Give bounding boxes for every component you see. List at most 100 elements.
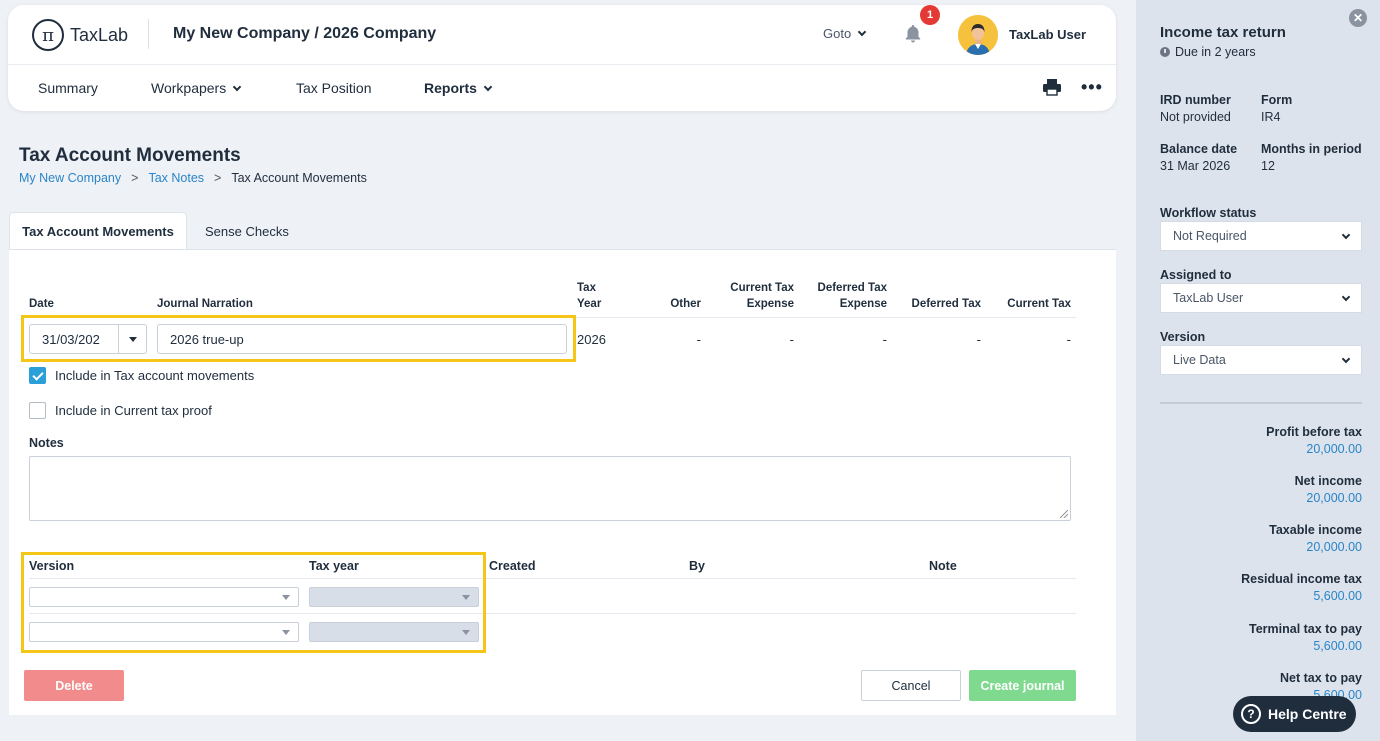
caret-down-icon (282, 629, 290, 635)
page-title: Tax Account Movements (19, 145, 241, 166)
include-tax-account-label: Include in Tax account movements (55, 368, 255, 383)
user-name[interactable]: TaxLab User (1009, 27, 1086, 42)
return-sidebar: ✕ Income tax return Due in 2 years IRD n… (1136, 0, 1380, 741)
cancel-button[interactable]: Cancel (861, 670, 961, 701)
date-dropdown-button[interactable] (119, 325, 146, 353)
nav-tax-position[interactable]: Tax Position (296, 80, 424, 96)
current-tax-expense-value: - (789, 332, 794, 347)
header-divider (148, 19, 149, 49)
version-select[interactable] (29, 587, 299, 607)
metric-value[interactable]: 20,000.00 (1306, 540, 1362, 554)
breadcrumb-tax-notes[interactable]: Tax Notes (148, 171, 204, 185)
chevron-down-icon (1341, 230, 1351, 239)
include-tax-account-checkbox[interactable] (29, 367, 46, 384)
form-label: Form (1261, 93, 1293, 107)
col-current-tax: Current Tax (1007, 298, 1071, 310)
row-divider (29, 317, 1076, 318)
date-value: 31/03/202 (30, 325, 119, 353)
tab-sense-checks[interactable]: Sense Checks (205, 212, 289, 250)
avatar[interactable] (958, 15, 998, 55)
bell-icon[interactable] (904, 24, 922, 44)
print-icon[interactable] (1042, 78, 1062, 96)
resize-handle-icon[interactable] (1060, 510, 1068, 518)
workflow-status-select[interactable]: Not Required (1160, 221, 1362, 251)
ird-number-label: IRD number (1160, 93, 1231, 107)
metric-value[interactable]: 5,600.00 (1313, 639, 1362, 653)
col-journal-narration: Journal Narration (157, 298, 253, 310)
balance-date-label: Balance date (1160, 142, 1238, 156)
chevron-down-icon (232, 82, 242, 91)
months-in-period-label: Months in period (1261, 142, 1362, 156)
journal-narration-input[interactable]: 2026 true-up (157, 324, 567, 354)
notes-label: Notes (29, 436, 64, 450)
company-title: My New Company / 2026 Company (173, 25, 437, 42)
create-journal-button[interactable]: Create journal (969, 670, 1076, 701)
caret-down-icon (128, 336, 137, 342)
more-options-icon[interactable]: ••• (1081, 78, 1103, 96)
user-avatar-icon (958, 15, 998, 55)
col-current-tax-expense: Current Tax Expense (709, 280, 794, 312)
chevron-down-icon (857, 27, 867, 37)
metric-value[interactable]: 5,600.00 (1313, 589, 1362, 603)
col-current-tax-expense-line1: Current Tax (730, 282, 794, 294)
col-by: By (689, 559, 705, 573)
version-select[interactable] (29, 622, 299, 642)
workflow-status-label: Workflow status (1160, 206, 1257, 220)
metric-label: Profit before tax (1266, 425, 1362, 439)
chevron-down-icon (483, 82, 493, 91)
col-version-tax-year: Tax year (309, 559, 359, 573)
version-select[interactable]: Live Data (1160, 345, 1362, 375)
caret-down-icon (282, 594, 290, 600)
close-icon[interactable]: ✕ (1349, 9, 1367, 27)
ird-number-value: Not provided (1160, 110, 1231, 124)
col-version: Version (29, 559, 75, 573)
col-deferred-tax-expense: Deferred Tax Expense (799, 280, 887, 312)
row-divider (29, 578, 1076, 579)
notes-textarea[interactable] (29, 456, 1071, 521)
goto-label: Goto (823, 26, 852, 41)
include-current-tax-label: Include in Current tax proof (55, 403, 212, 418)
sidebar-divider (1160, 402, 1362, 404)
tax-year-value: 2026 (577, 332, 606, 347)
notification-badge: 1 (920, 5, 940, 25)
current-tax-value: - (1066, 332, 1071, 347)
version-label: Version (1160, 330, 1206, 344)
include-tax-account-row[interactable]: Include in Tax account movements (29, 367, 254, 384)
brand-name: TaxLab (70, 24, 129, 45)
breadcrumb-current: Tax Account Movements (231, 171, 367, 185)
help-centre-label: Help Centre (1268, 706, 1347, 722)
other-value: - (696, 332, 701, 347)
metric-value[interactable]: 20,000.00 (1306, 491, 1362, 505)
main-nav: Summary Workpapers Tax Position Reports (38, 80, 493, 96)
breadcrumb-company[interactable]: My New Company (19, 171, 121, 185)
delete-button[interactable]: Delete (24, 670, 124, 701)
assigned-to-select[interactable]: TaxLab User (1160, 283, 1362, 313)
col-date: Date (29, 298, 54, 310)
nav-tax-position-label: Tax Position (296, 80, 372, 96)
metric-label: Terminal tax to pay (1249, 622, 1362, 636)
metric-label: Residual income tax (1241, 572, 1362, 586)
chevron-down-icon (1341, 354, 1351, 363)
caret-down-icon (462, 594, 470, 600)
date-field[interactable]: 31/03/202 (29, 324, 147, 354)
chevron-down-icon (1341, 292, 1351, 301)
taxlab-logo[interactable]: π TaxLab (32, 19, 128, 51)
include-current-tax-row[interactable]: Include in Current tax proof (29, 402, 212, 419)
include-current-tax-checkbox[interactable] (29, 402, 46, 419)
help-centre-button[interactable]: ? Help Centre (1233, 696, 1356, 732)
deferred-tax-expense-value: - (882, 332, 887, 347)
question-icon: ? (1241, 704, 1261, 724)
clock-icon (1160, 47, 1170, 57)
col-deferred-tax-expense-line2: Expense (839, 298, 887, 310)
caret-down-icon (462, 629, 470, 635)
assigned-to-label: Assigned to (1160, 268, 1232, 282)
metric-value[interactable]: 20,000.00 (1306, 442, 1362, 456)
metric-label: Taxable income (1269, 523, 1362, 537)
nav-reports[interactable]: Reports (424, 80, 493, 96)
nav-summary[interactable]: Summary (38, 80, 151, 96)
col-deferred-tax-expense-line1: Deferred Tax (817, 282, 887, 294)
deferred-tax-value: - (976, 332, 981, 347)
nav-workpapers[interactable]: Workpapers (151, 80, 296, 96)
goto-dropdown[interactable]: Goto (823, 26, 867, 41)
tab-tax-account-movements[interactable]: Tax Account Movements (9, 212, 187, 250)
